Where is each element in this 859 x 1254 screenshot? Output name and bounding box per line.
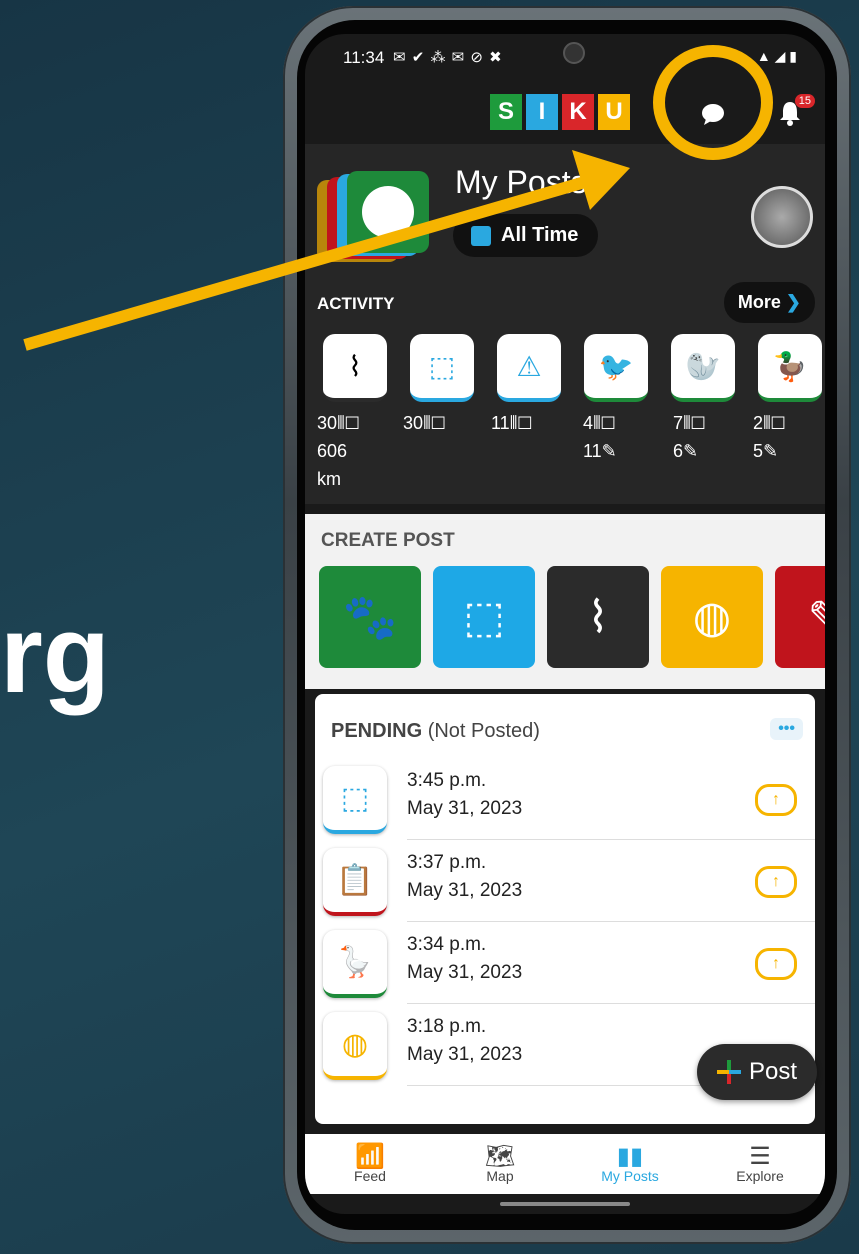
- item-date: May 31, 2023: [407, 798, 523, 819]
- seal-icon: 🦭: [685, 350, 721, 382]
- more-label: More: [737, 292, 781, 312]
- route-icon: ⌇: [348, 350, 362, 382]
- posts-header: My Posts All Time ACTIVITY More ❯ ⌇ ⬚ ⚠ …: [305, 144, 825, 504]
- calendar-icon: [471, 225, 491, 246]
- period-selector[interactable]: All Time: [453, 214, 599, 257]
- app-screen: 11:34 ✉ ✔ ⁂ ✉ ⊘ ✖ ▲ ◢ ▮ S I K U 15 My Po…: [305, 34, 825, 1214]
- activity-tile[interactable]: 🦭: [671, 334, 735, 402]
- notifications-button[interactable]: 15: [771, 92, 815, 132]
- my-posts-icon: ▮▮: [616, 1143, 644, 1170]
- create-trip-button[interactable]: ⌇: [547, 566, 649, 668]
- nav-explore[interactable]: ☰ Explore: [695, 1134, 825, 1194]
- item-date: May 31, 2023: [407, 1044, 523, 1065]
- create-wildlife-button[interactable]: 🐾: [319, 566, 421, 668]
- activity-label: ACTIVITY: [317, 294, 395, 313]
- ice-blocks-icon: ⬚: [323, 766, 387, 834]
- activity-tile[interactable]: ⬚: [410, 334, 474, 402]
- more-button[interactable]: More ❯: [723, 282, 815, 323]
- highlight-ring: [653, 45, 773, 160]
- logo-letter: K: [562, 94, 594, 130]
- list-item[interactable]: 🪿 3:34 p.m. May 31, 2023 ↑: [315, 926, 815, 1008]
- phone-frame: 11:34 ✉ ✔ ⁂ ✉ ⊘ ✖ ▲ ◢ ▮ S I K U 15 My Po…: [283, 6, 851, 1244]
- map-icon: 🗺: [484, 1143, 516, 1170]
- goose-icon: 🪿: [323, 930, 387, 998]
- create-person-button[interactable]: ◍: [661, 566, 763, 668]
- notification-badge: 15: [794, 94, 815, 108]
- bottom-nav: 📶 Feed 🗺 Map ▮▮ My Posts ☰ Explore: [305, 1134, 825, 1194]
- chevron-right-icon: ❯: [785, 292, 801, 312]
- page-title: My Posts: [455, 164, 587, 200]
- item-time: 3:45 p.m.: [407, 770, 487, 791]
- logo-letter: U: [598, 94, 630, 130]
- activity-stat: 2⦀☐ 5✎: [753, 413, 786, 461]
- activity-stat: 4⦀☐ 11✎: [583, 413, 617, 461]
- create-tool-button[interactable]: ✎: [775, 566, 825, 668]
- item-time: 3:37 p.m.: [407, 852, 487, 873]
- create-post-label: CREATE POST: [321, 530, 455, 551]
- item-time: 3:18 p.m.: [407, 1016, 487, 1037]
- pending-more-button[interactable]: •••: [770, 718, 803, 740]
- status-icons: ✉ ✔ ⁂ ✉ ⊘ ✖: [393, 49, 503, 66]
- post-fab-button[interactable]: Post: [696, 1044, 817, 1100]
- person-icon: ◍: [323, 1012, 387, 1080]
- nav-feed[interactable]: 📶 Feed: [305, 1134, 435, 1194]
- feed-icon: 📶: [355, 1143, 385, 1170]
- ice-blocks-icon: ⬚: [463, 592, 505, 642]
- logo-letter: S: [490, 94, 522, 130]
- create-ice-button[interactable]: ⬚: [433, 566, 535, 668]
- activity-tile[interactable]: 🦆: [758, 334, 822, 402]
- create-post-section: CREATE POST 🐾 ⬚ ⌇ ◍ ✎: [305, 514, 825, 689]
- upload-icon[interactable]: ↑: [755, 948, 797, 980]
- activity-tile[interactable]: 🐦: [584, 334, 648, 402]
- status-right-icons: ▲ ◢ ▮: [756, 48, 797, 64]
- eider-duck-icon: 🦆: [772, 350, 808, 382]
- nav-map[interactable]: 🗺 Map: [435, 1134, 565, 1194]
- paw-icon: 🐾: [342, 593, 398, 642]
- camera-icon: [563, 42, 585, 64]
- create-post-row: 🐾 ⬚ ⌇ ◍ ✎: [319, 566, 825, 668]
- list-item[interactable]: ⬚ 3:45 p.m. May 31, 2023 ↑: [315, 762, 815, 844]
- home-indicator: [500, 1202, 630, 1206]
- logo-letter: I: [526, 94, 558, 130]
- activity-stat: 11⦀☐: [491, 413, 533, 433]
- upload-icon[interactable]: ↑: [755, 866, 797, 898]
- post-label: Post: [748, 1058, 797, 1085]
- ice-blocks-icon: ⬚: [428, 350, 456, 382]
- ice-warning-icon: ⚠: [516, 350, 542, 382]
- person-icon: ◍: [692, 592, 732, 642]
- ptarmigan-icon: 🐦: [598, 350, 634, 382]
- activity-row: ⌇ ⬚ ⚠ 🐦 🦭 🦆: [323, 334, 822, 402]
- activity-stat: 30⦀☐: [403, 413, 446, 433]
- upload-icon[interactable]: ↑: [755, 784, 797, 816]
- route-icon: ⌇: [587, 592, 609, 642]
- pending-title: PENDING (Not Posted): [331, 720, 540, 742]
- item-date: May 31, 2023: [407, 880, 523, 901]
- activity-stat: 7⦀☐ 6✎: [673, 413, 706, 461]
- activity-stat: 30⦀☐ 606 km: [317, 413, 360, 489]
- side-text: rg: [0, 593, 110, 716]
- activity-tile[interactable]: ⚠: [497, 334, 561, 402]
- activity-tile[interactable]: ⌇: [323, 334, 387, 402]
- menu-icon: ☰: [749, 1143, 771, 1170]
- item-time: 3:34 p.m.: [407, 934, 487, 955]
- period-label: All Time: [501, 224, 579, 246]
- status-time: 11:34: [343, 48, 385, 67]
- clipboard-icon: 📋: [323, 848, 387, 916]
- plus-icon: [716, 1060, 741, 1084]
- siku-logo: S I K U: [490, 94, 630, 130]
- list-item[interactable]: 📋 3:37 p.m. May 31, 2023 ↑: [315, 844, 815, 926]
- tool-icon: ✎: [808, 592, 825, 643]
- item-date: May 31, 2023: [407, 962, 523, 983]
- avatar[interactable]: [751, 186, 813, 248]
- nav-my-posts[interactable]: ▮▮ My Posts: [565, 1134, 695, 1194]
